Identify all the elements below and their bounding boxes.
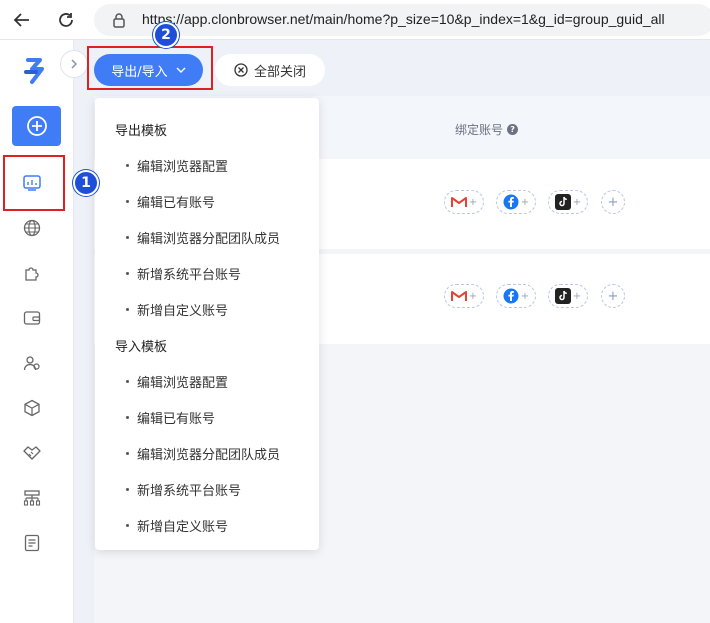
org-chart-icon (23, 490, 41, 506)
lock-icon (113, 13, 125, 28)
back-arrow-icon (13, 13, 29, 27)
chevron-right-icon (71, 59, 78, 69)
menu-item-import-add-platform-accounts[interactable]: 新增系统平台账号 (126, 480, 241, 499)
highlight-sidebar-browsers (3, 155, 65, 211)
step-badge-1: 1 (73, 170, 99, 196)
plus-circle-icon (26, 116, 47, 136)
close-circle-icon (234, 63, 248, 77)
add-browser-button[interactable] (12, 106, 61, 146)
tiktok-icon (554, 194, 571, 210)
close-all-button[interactable]: 全部关闭 (215, 54, 325, 86)
facebook-account-chip[interactable]: + (496, 284, 536, 308)
menu-item-import-assign-team-members[interactable]: 编辑浏览器分配团队成员 (126, 444, 280, 463)
gmail-icon (450, 197, 467, 207)
menu-item-import-add-custom-accounts[interactable]: 新增自定义账号 (126, 516, 228, 535)
sidebar-item-organization[interactable] (20, 486, 44, 510)
step-badge-2: 2 (153, 22, 179, 48)
sidebar-item-team[interactable] (20, 351, 44, 375)
url-text: https://app.clonbrowser.net/main/home?p_… (142, 11, 665, 27)
menu-item-export-add-platform-accounts[interactable]: 新增系统平台账号 (126, 264, 241, 283)
tiktok-account-chip[interactable]: + (548, 190, 588, 214)
reload-icon (59, 13, 73, 27)
sidebar-item-proxy[interactable] (20, 216, 44, 240)
sidebar (0, 40, 74, 623)
import-template-group: 导入模板 (115, 340, 168, 355)
globe-icon (23, 219, 41, 237)
gmail-icon (450, 291, 467, 301)
help-icon[interactable]: ? (507, 124, 519, 135)
address-bar[interactable]: https://app.clonbrowser.net/main/home?p_… (94, 4, 710, 36)
menu-item-export-add-custom-accounts[interactable]: 新增自定义账号 (126, 300, 228, 319)
menu-item-export-edit-existing-accounts[interactable]: 编辑已有账号 (126, 192, 215, 211)
report-icon (24, 534, 40, 552)
facebook-icon (503, 194, 519, 210)
menu-item-export-assign-team-members[interactable]: 编辑浏览器分配团队成员 (126, 228, 280, 247)
export-template-group: 导出模板 (115, 124, 168, 139)
add-account-button[interactable]: + (601, 190, 625, 214)
facebook-account-chip[interactable]: + (496, 190, 536, 214)
menu-item-import-edit-browser-config[interactable]: 编辑浏览器配置 (126, 372, 228, 391)
logo-icon (24, 58, 44, 84)
gmail-account-chip[interactable]: + (444, 190, 484, 214)
tiktok-account-chip[interactable]: + (548, 284, 588, 308)
handshake-icon (23, 446, 41, 460)
gmail-account-chip[interactable]: + (444, 284, 484, 308)
sidebar-item-wallet[interactable] (20, 306, 44, 330)
sidebar-item-partners[interactable] (20, 441, 44, 465)
facebook-icon (503, 288, 519, 304)
export-import-dropdown: 导出模板 编辑浏览器配置 编辑已有账号 编辑浏览器分配团队成员 新增系统平台账号… (95, 98, 319, 550)
app-logo (22, 56, 48, 90)
add-account-button[interactable]: + (601, 284, 625, 308)
back-button[interactable] (10, 8, 34, 32)
users-icon (23, 356, 40, 371)
menu-item-import-edit-existing-accounts[interactable]: 编辑已有账号 (126, 408, 215, 427)
tiktok-icon (554, 288, 571, 304)
browser-toolbar: https://app.clonbrowser.net/main/home?p_… (0, 0, 710, 40)
sidebar-item-packages[interactable] (20, 396, 44, 420)
highlight-export-button (87, 46, 213, 90)
puzzle-icon (25, 267, 39, 281)
cube-icon (24, 399, 40, 417)
sidebar-collapse-toggle[interactable] (60, 50, 88, 78)
wallet-icon (23, 311, 41, 325)
sidebar-item-logs[interactable] (20, 531, 44, 555)
sidebar-item-extensions[interactable] (20, 261, 44, 285)
menu-item-export-edit-browser-config[interactable]: 编辑浏览器配置 (126, 156, 228, 175)
reload-button[interactable] (54, 8, 78, 32)
bind-accounts-header: 绑定账号 ? (455, 121, 519, 138)
